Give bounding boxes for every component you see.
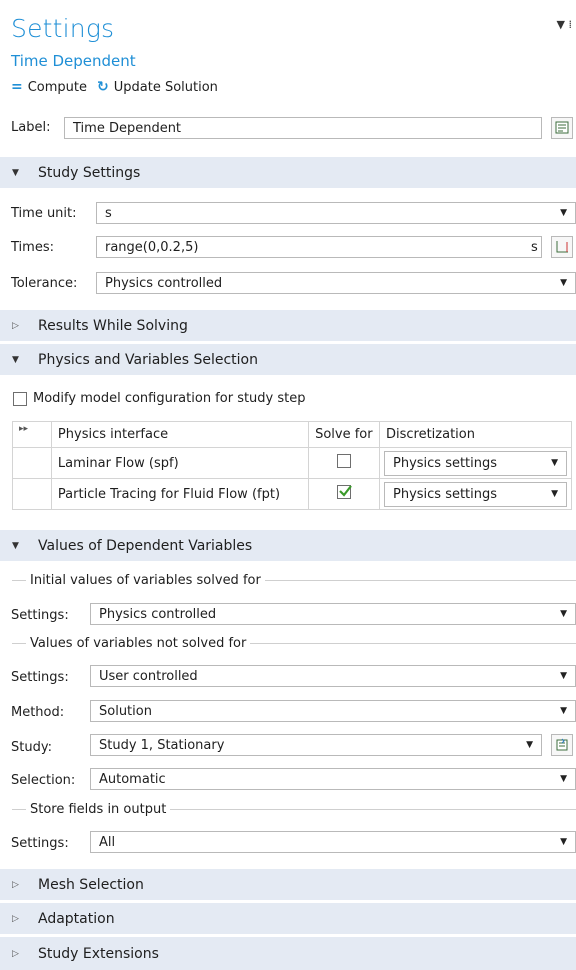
go-to-source-icon[interactable] (551, 734, 573, 756)
group-initial-values: Initial values of variables solved for (0, 572, 576, 588)
chevron-down-icon: ▼ (551, 458, 558, 468)
section-title: Adaptation (38, 910, 115, 927)
group-store-fields: Store fields in output (0, 801, 576, 817)
col-solve-for[interactable]: Solve for (308, 421, 380, 448)
table-header-row: ▸▸ Physics interface Solve for Discretiz… (12, 421, 573, 448)
section-study-settings[interactable]: ▼ Study Settings (0, 157, 576, 188)
chevron-down-icon: ▼ (560, 208, 567, 218)
section-title: Results While Solving (38, 317, 188, 334)
section-adaptation[interactable]: ▷ Adaptation (0, 903, 576, 934)
discretization-select[interactable]: Physics settings ▼ (383, 450, 567, 476)
section-title: Physics and Variables Selection (38, 351, 258, 368)
update-solution-button[interactable]: ↻ Update Solution (97, 79, 218, 95)
times-unit: s (531, 240, 538, 255)
group-not-solved: Values of variables not solved for (0, 635, 576, 651)
section-results-while-solving[interactable]: ▷ Results While Solving (0, 310, 576, 341)
store-settings-select[interactable]: All ▼ (90, 831, 576, 853)
collapsed-icon: ▷ (12, 948, 19, 959)
section-study-extensions[interactable]: ▷ Study Extensions (0, 937, 576, 970)
label-caption: Label: (11, 120, 51, 135)
chevron-down-icon: ▼ (560, 706, 567, 716)
refresh-icon: ↻ (97, 79, 109, 95)
time-unit-label: Time unit: (11, 206, 77, 221)
study-select[interactable]: Study 1, Stationary ▼ (90, 734, 542, 756)
collapsed-icon: ▷ (12, 913, 19, 924)
initial-settings-select[interactable]: Physics controlled ▼ (90, 603, 576, 625)
section-title: Values of Dependent Variables (38, 537, 253, 554)
study-label: Study: (11, 740, 52, 755)
toolbar: = Compute ↻ Update Solution (11, 79, 228, 95)
expanded-icon: ▼ (12, 167, 19, 178)
chevron-down-icon: ▼ (560, 278, 567, 288)
node-subtitle: Time Dependent (11, 52, 136, 70)
collapsed-icon: ▷ (12, 879, 19, 890)
physics-table: ▸▸ Physics interface Solve for Discretiz… (12, 421, 573, 510)
col-physics-interface[interactable]: Physics interface (50, 421, 310, 448)
compute-button[interactable]: = Compute (11, 79, 87, 95)
discretization-value: Physics settings (392, 486, 498, 502)
section-title: Mesh Selection (38, 876, 144, 893)
selection-select[interactable]: Automatic ▼ (90, 768, 576, 790)
group-title: Initial values of variables solved for (30, 572, 261, 588)
chevron-down-icon: ▼ (526, 740, 533, 750)
expanded-icon: ▼ (12, 354, 19, 365)
group-title: Values of variables not solved for (30, 635, 247, 651)
section-title: Study Extensions (38, 945, 159, 962)
settings-title: Settings (11, 14, 115, 43)
collapsed-icon: ▷ (12, 320, 19, 331)
method-value: Solution (99, 703, 152, 719)
section-mesh-selection[interactable]: ▷ Mesh Selection (0, 869, 576, 900)
initial-settings-label: Settings: (11, 608, 69, 623)
col-discretization[interactable]: Discretization (378, 421, 573, 448)
table-row[interactable]: Particle Tracing for Fluid Flow (fpt) Ph… (12, 478, 573, 510)
selection-value: Automatic (99, 771, 166, 787)
times-input[interactable]: range(0,0.2,5) (96, 236, 542, 258)
solve-for-checkbox[interactable] (337, 454, 352, 468)
table-row[interactable]: Laminar Flow (spf) Physics settings ▼ (12, 447, 573, 479)
checkmark-icon (339, 485, 352, 497)
tolerance-select[interactable]: Physics controlled ▼ (96, 272, 576, 294)
panel-menu-icon[interactable]: ▼ ⁞ (557, 18, 572, 31)
solve-for-checkbox[interactable] (337, 485, 352, 499)
compute-label: Compute (27, 79, 88, 95)
physics-name: Particle Tracing for Fluid Flow (fpt) (50, 478, 310, 510)
tolerance-label: Tolerance: (11, 276, 78, 291)
initial-settings-value: Physics controlled (99, 606, 217, 622)
method-label: Method: (11, 705, 65, 720)
time-unit-value: s (105, 205, 112, 221)
section-dependent-variables[interactable]: ▼ Values of Dependent Variables (0, 530, 576, 561)
times-label: Times: (11, 240, 54, 255)
group-title: Store fields in output (30, 801, 167, 817)
tolerance-value: Physics controlled (105, 275, 223, 291)
discretization-select[interactable]: Physics settings ▼ (383, 481, 567, 507)
selection-label: Selection: (11, 773, 76, 788)
expanded-icon: ▼ (12, 540, 19, 551)
modify-config-checkbox[interactable] (13, 391, 27, 406)
modify-config-row[interactable]: Modify model configuration for study ste… (13, 391, 306, 406)
section-title: Study Settings (38, 164, 141, 181)
chevron-down-icon: ▼ (560, 609, 567, 619)
method-select[interactable]: Solution ▼ (90, 700, 576, 722)
chevron-down-icon: ▼ (551, 489, 558, 499)
physics-name: Laminar Flow (spf) (50, 447, 310, 479)
discretization-value: Physics settings (392, 455, 498, 471)
update-solution-label: Update Solution (113, 79, 218, 95)
expand-all-icon[interactable]: ▸▸ (12, 421, 52, 448)
store-settings-value: All (99, 834, 116, 850)
notsolved-settings-select[interactable]: User controlled ▼ (90, 665, 576, 687)
chevron-down-icon: ▼ (560, 774, 567, 784)
store-settings-label: Settings: (11, 836, 69, 851)
label-notes-icon[interactable] (551, 117, 573, 139)
modify-config-label: Modify model configuration for study ste… (33, 391, 306, 406)
label-input[interactable]: Time Dependent (64, 117, 542, 139)
notsolved-settings-value: User controlled (99, 668, 198, 684)
notsolved-settings-label: Settings: (11, 670, 69, 685)
equals-icon: = (11, 79, 23, 95)
chevron-down-icon: ▼ (560, 671, 567, 681)
chevron-down-icon: ▼ (560, 837, 567, 847)
time-unit-select[interactable]: s ▼ (96, 202, 576, 224)
study-value: Study 1, Stationary (99, 737, 225, 753)
section-physics-variables[interactable]: ▼ Physics and Variables Selection (0, 344, 576, 375)
range-icon[interactable] (551, 236, 573, 258)
